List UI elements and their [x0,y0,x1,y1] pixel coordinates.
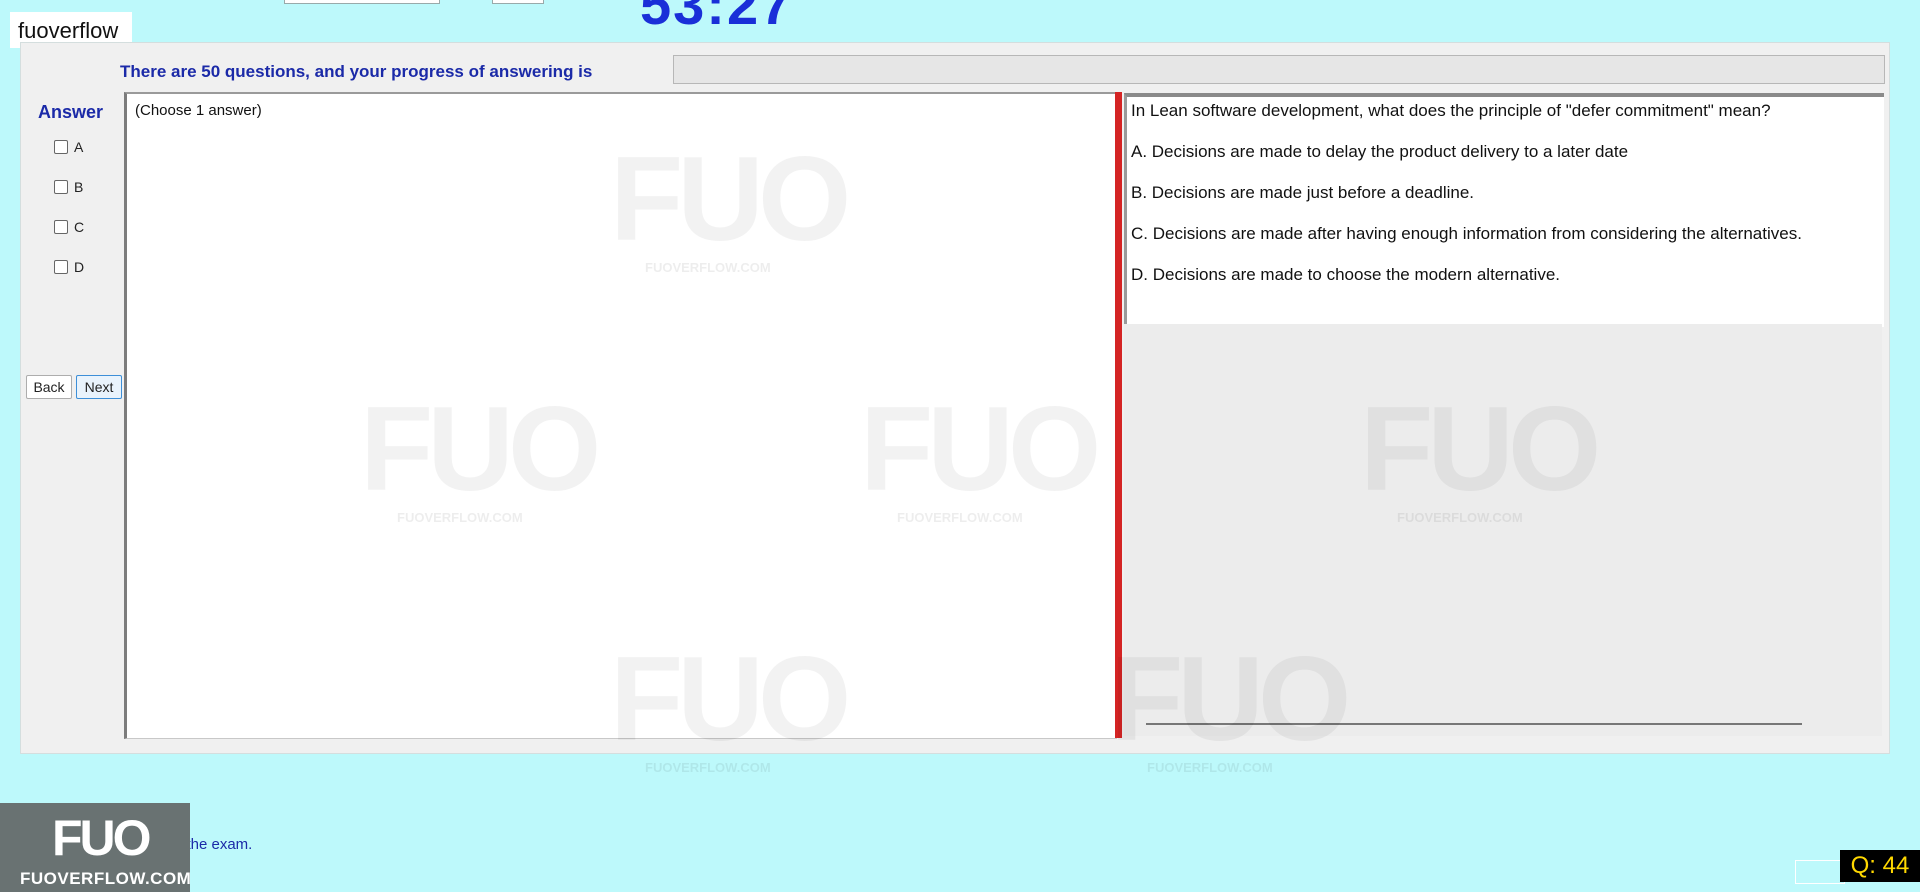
checkbox-b[interactable] [54,180,68,194]
question-choice-b: B. Decisions are made just before a dead… [1131,183,1475,202]
logo-text: FUOVERFLOW.COM [20,869,192,888]
progress-bar [673,55,1885,84]
question-text: In Lean software development, what does … [1131,101,1771,120]
watermark-logo: FUO [610,632,851,766]
checkbox-a[interactable] [54,140,68,154]
logo-mark: FUO [52,810,152,866]
option-letter: D [74,259,85,275]
question-pane: In Lean software development, what does … [1124,93,1884,327]
next-button[interactable]: Next [76,375,122,399]
answer-option-a[interactable]: A [54,139,83,155]
fuoverflow-logo: FUO FUOVERFLOW.COM [0,803,192,892]
clipped-input[interactable] [284,0,440,4]
watermark-logo: FUO [1110,632,1351,766]
watermark-text: FUOVERFLOW.COM [645,260,771,275]
option-letter: A [74,139,84,155]
watermark-logo: FUO [1360,382,1601,516]
watermark-logo: FUO [360,382,601,516]
answer-option-d[interactable]: D [54,259,84,275]
question-number-badge: Q: 44 [1840,850,1920,882]
ghost-input[interactable] [1795,860,1845,884]
watermark-logo: FUO [860,382,1101,516]
watermark-logo: FUO [610,132,851,266]
watermark-text: FUOVERFLOW.COM [1397,510,1523,525]
question-choice-a: A. Decisions are made to delay the produ… [1131,142,1629,161]
watermark-text: FUOVERFLOW.COM [645,760,771,775]
progress-label: There are 50 questions, and your progres… [120,62,593,81]
back-button[interactable]: Back [26,375,72,399]
timer: 53:27 [640,0,794,36]
clipped-input-2[interactable] [492,0,544,4]
question-choice-d: D. Decisions are made to choose the mode… [1131,265,1561,284]
watermark-text: FUOVERFLOW.COM [1147,760,1273,775]
checkbox-d[interactable] [54,260,68,274]
answer-option-c[interactable]: C [54,219,84,235]
answer-title: Answer [38,102,104,122]
option-letter: C [74,219,85,235]
option-letter: B [74,179,84,195]
checkbox-c[interactable] [54,220,68,234]
question-choice-c: C. Decisions are made after having enoug… [1131,224,1802,243]
watermark-text: FUOVERFLOW.COM [897,510,1023,525]
choose-note: (Choose 1 answer) [135,102,262,119]
watermark-text: FUOVERFLOW.COM [397,510,523,525]
answer-option-b[interactable]: B [54,179,83,195]
